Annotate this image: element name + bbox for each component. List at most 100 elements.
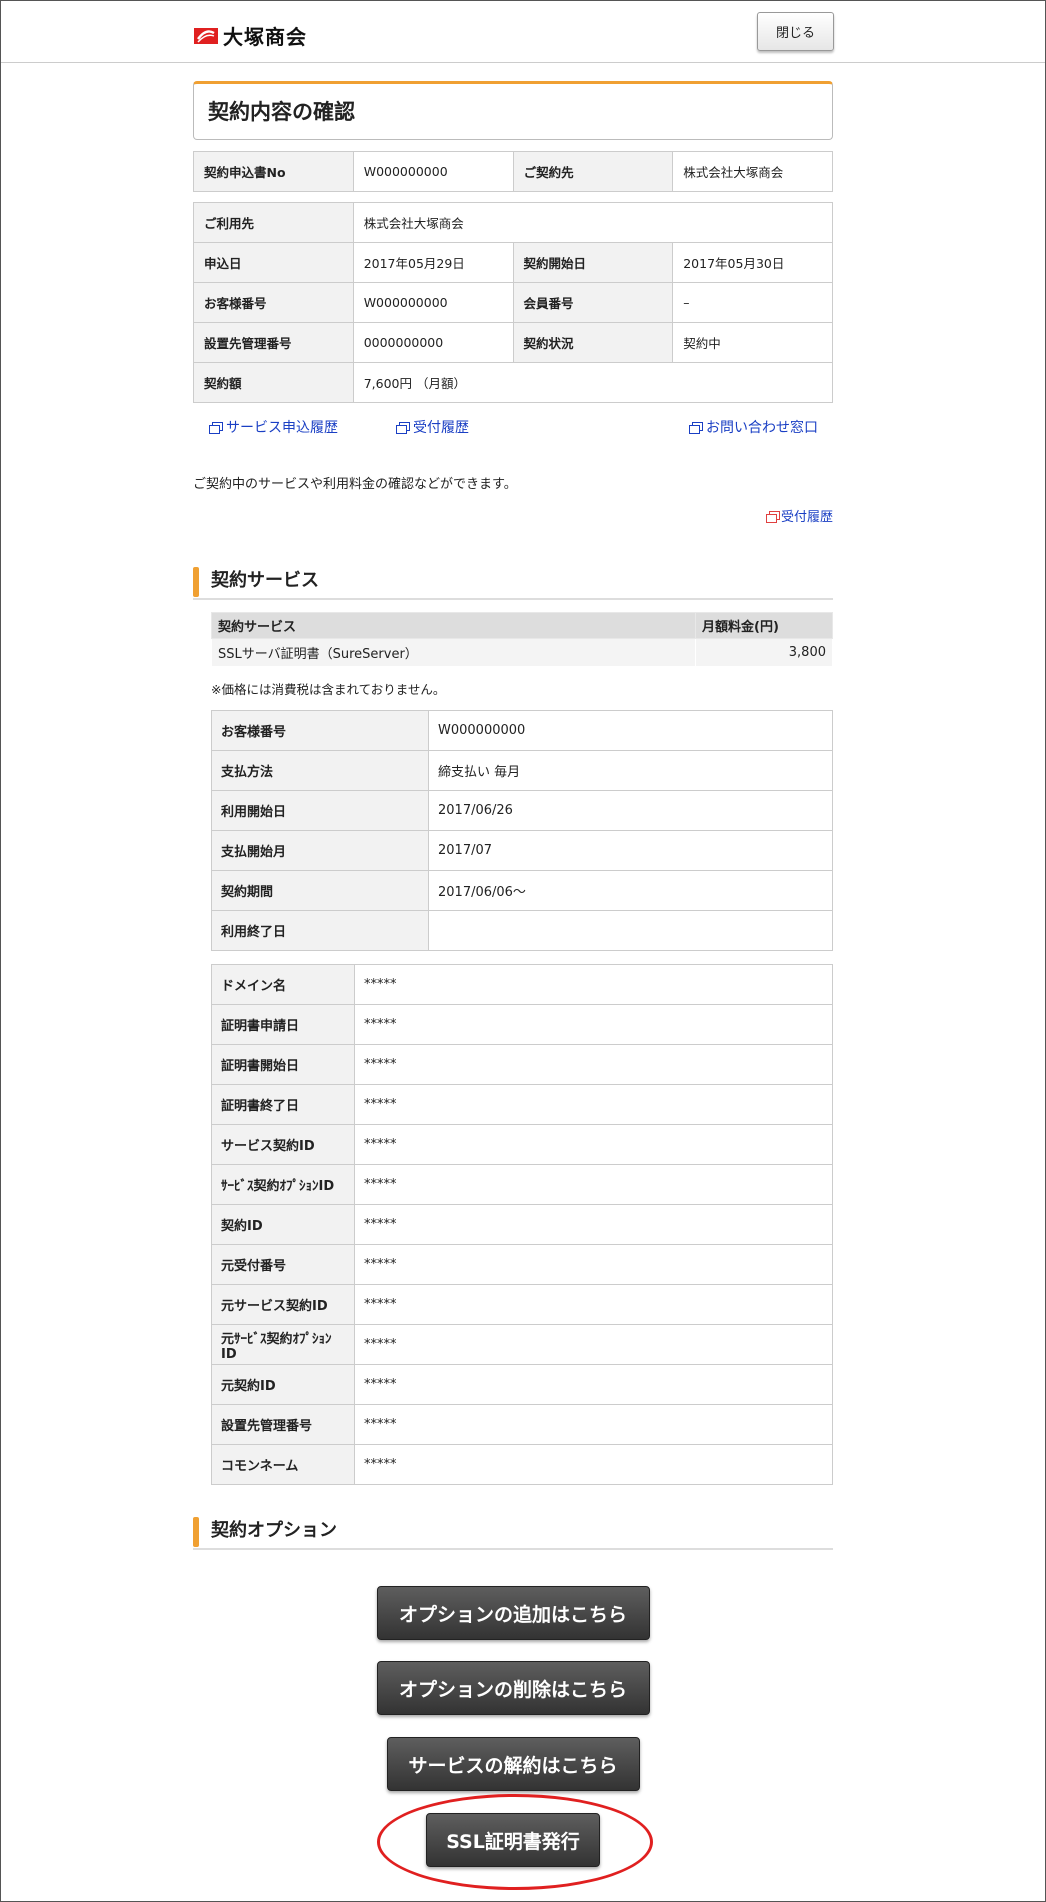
label-member-no: 会員番号	[512, 282, 674, 323]
billing-value	[428, 910, 833, 951]
label-site-no: 設置先管理番号	[193, 322, 354, 363]
billing-label: お客様番号	[211, 710, 429, 751]
table-row: 契約期間 2017/06/06～	[211, 870, 833, 911]
cert-label: 設置先管理番号	[211, 1404, 355, 1445]
value-site-no: 0000000000	[352, 322, 514, 363]
section-title-contract-option: 契約オプション	[193, 1517, 833, 1550]
billing-value: W000000000	[428, 710, 833, 751]
table-row: 支払開始月 2017/07	[211, 830, 833, 871]
window-icon	[765, 511, 780, 523]
billing-label: 利用終了日	[211, 910, 429, 951]
col-fee: 月額料金(円)	[695, 612, 833, 639]
table-row: 証明書終了日 *****	[211, 1084, 833, 1125]
billing-label: 利用開始日	[211, 790, 429, 831]
label-contract-start: 契約開始日	[512, 242, 674, 283]
page-title-box: 契約内容の確認	[193, 81, 833, 140]
inquiry-link-label: お問い合わせ窓口	[706, 420, 818, 436]
table-row: 契約申込書No W000000000 ご契約先 株式会社大塚商会	[193, 151, 833, 192]
reception-history-link-right[interactable]: 受付履歴	[765, 506, 833, 525]
main-content: 契約内容の確認 契約申込書No W000000000 ご契約先 株式会社大塚商会…	[193, 81, 834, 1867]
reception-history-link-label: 受付履歴	[413, 420, 469, 436]
cert-label: 元サービス契約ID	[211, 1284, 355, 1325]
cancel-service-button[interactable]: サービスの解約はこちら	[386, 1737, 640, 1791]
table-row: 証明書開始日 *****	[211, 1044, 833, 1085]
table-row: サービス契約ID *****	[211, 1124, 833, 1165]
table-row: お客様番号 W000000000	[211, 710, 833, 751]
cert-label: ドメイン名	[211, 964, 355, 1005]
label-amount: 契約額	[193, 362, 354, 403]
service-table: 契約サービス 月額料金(円) SSLサーバ証明書（SureServer） 3,8…	[211, 612, 833, 667]
billing-value: 2017/06/06～	[428, 870, 833, 911]
close-button[interactable]: 閉じる	[757, 12, 834, 51]
label-contractor: ご契約先	[512, 151, 674, 192]
value-contract-start: 2017年05月30日	[672, 242, 833, 283]
col-service: 契約サービス	[211, 612, 696, 639]
table-row: 元受付番号 *****	[211, 1244, 833, 1285]
highlight-annotation	[377, 1794, 653, 1890]
value-contractor: 株式会社大塚商会	[672, 151, 833, 192]
cert-label: ｻｰﾋﾞｽ契約ｵﾌﾟｼｮﾝID	[211, 1164, 355, 1205]
value-amount: 7,600円 （月額）	[352, 362, 834, 403]
related-links: サービス申込履歴 受付履歴 お問い合わせ窓口	[193, 403, 833, 451]
cert-value: *****	[354, 1284, 833, 1325]
cert-value: *****	[354, 1084, 833, 1125]
billing-value: 2017/07	[428, 830, 833, 871]
table-row: 契約ID *****	[211, 1204, 833, 1245]
cert-value: *****	[354, 1244, 833, 1285]
reception-history-link[interactable]: 受付履歴	[396, 417, 469, 437]
table-row: ｻｰﾋﾞｽ契約ｵﾌﾟｼｮﾝID *****	[211, 1164, 833, 1205]
table-row: SSLサーバ証明書（SureServer） 3,800	[211, 638, 833, 667]
table-row: 申込日 2017年05月29日 契約開始日 2017年05月30日	[193, 242, 833, 283]
contract-summary-table: 契約申込書No W000000000 ご契約先 株式会社大塚商会	[193, 151, 833, 192]
table-row: 設置先管理番号 0000000000 契約状況 契約中	[193, 322, 833, 363]
table-row: お客様番号 W000000000 会員番号 –	[193, 282, 833, 323]
cert-value: *****	[354, 1324, 833, 1365]
service-history-link[interactable]: サービス申込履歴	[209, 417, 338, 437]
cert-label: 元受付番号	[211, 1244, 355, 1285]
table-row: 元契約ID *****	[211, 1364, 833, 1405]
description-text: ご契約中のサービスや利用料金の確認などができます。	[193, 477, 517, 492]
value-member-no: –	[672, 282, 833, 323]
cert-label: 契約ID	[211, 1204, 355, 1245]
table-row: 支払方法 締支払い 毎月	[211, 750, 833, 791]
table-header-row: 契約サービス 月額料金(円)	[211, 612, 833, 639]
table-row: コモンネーム *****	[211, 1444, 833, 1485]
table-row: 利用開始日 2017/06/26	[211, 790, 833, 831]
logo-text: 大塚商会	[223, 25, 307, 49]
table-row: ドメイン名 *****	[211, 964, 833, 1005]
value-customer-no: W000000000	[352, 282, 514, 323]
cert-label: サービス契約ID	[211, 1124, 355, 1165]
table-row: 証明書申請日 *****	[211, 1004, 833, 1045]
cert-value: *****	[354, 1444, 833, 1485]
cert-label: 元ｻｰﾋﾞｽ契約ｵﾌﾟｼｮﾝID	[211, 1324, 355, 1365]
certificate-table: ドメイン名 ***** 証明書申請日 ***** 証明書開始日 ***** 証明書終了…	[211, 964, 833, 1485]
remove-option-button[interactable]: オプションの削除はこちら	[376, 1661, 650, 1715]
window-icon	[396, 422, 410, 434]
cert-value: *****	[354, 1204, 833, 1245]
cert-value: *****	[354, 1404, 833, 1445]
table-row: 利用終了日	[211, 910, 833, 951]
cert-value: *****	[354, 964, 833, 1005]
value-contract-status: 契約中	[672, 322, 833, 363]
value-application-date: 2017年05月29日	[352, 242, 514, 283]
label-customer-no: お客様番号	[193, 282, 354, 323]
service-fee: 3,800	[695, 638, 833, 667]
table-row: 元ｻｰﾋﾞｽ契約ｵﾌﾟｼｮﾝID *****	[211, 1324, 833, 1365]
logo: 大塚商会	[193, 21, 307, 50]
window-icon	[209, 422, 223, 434]
reception-history-right: 受付履歴	[193, 506, 833, 525]
label-contract-status: 契約状況	[512, 322, 674, 363]
cert-value: *****	[354, 1164, 833, 1205]
cert-label: 証明書終了日	[211, 1084, 355, 1125]
billing-value: 締支払い 毎月	[428, 750, 833, 791]
inquiry-link[interactable]: お問い合わせ窓口	[689, 417, 818, 437]
value-application-no: W000000000	[352, 151, 514, 192]
section-title-text: 契約オプション	[211, 1520, 337, 1541]
cert-label: 元契約ID	[211, 1364, 355, 1405]
add-option-button[interactable]: オプションの追加はこちら	[376, 1586, 650, 1640]
table-row: 契約額 7,600円 （月額）	[193, 362, 834, 403]
billing-table: お客様番号 W000000000 支払方法 締支払い 毎月 利用開始日 2017/06…	[211, 710, 833, 951]
label-application-date: 申込日	[193, 242, 354, 283]
page-title: 契約内容の確認	[208, 100, 355, 124]
cert-label: コモンネーム	[211, 1444, 355, 1485]
